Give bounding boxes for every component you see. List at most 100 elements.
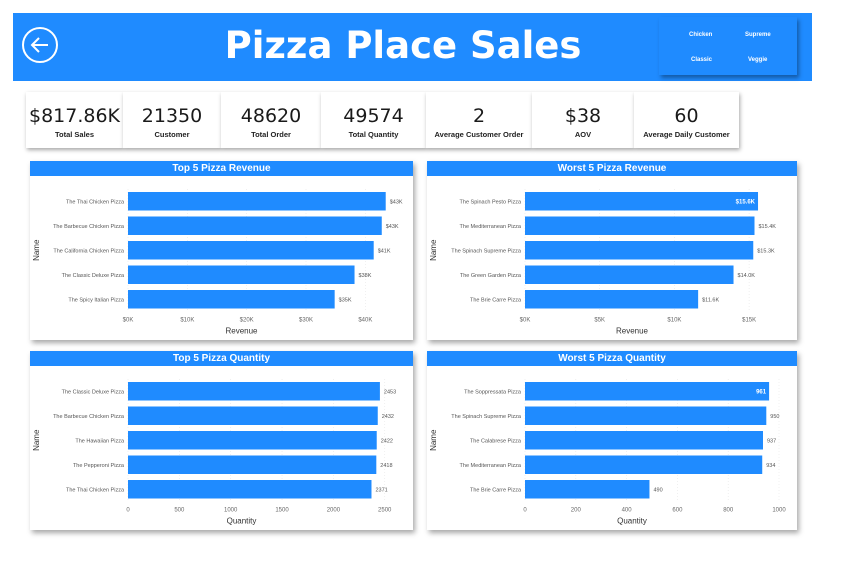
kpi-label: AOV [574, 130, 592, 139]
category-label: The Mediterranean Pizza [460, 224, 522, 230]
kpi-strip: $817.86K Total Sales 21350 Customer 4862… [26, 92, 739, 148]
bar [128, 431, 377, 450]
data-label: $14.0K [738, 273, 756, 279]
data-label: $43K [390, 199, 403, 205]
chart-top5-revenue: Top 5 Pizza Revenue $0K $10K $20K $30K $40K T… [30, 161, 413, 340]
bar [128, 241, 374, 260]
data-label: $15.3K [757, 248, 775, 254]
y-axis-title: Name [429, 429, 438, 451]
slicer-item-classic[interactable]: Classic [691, 57, 712, 63]
category-label: The Brie Carre Pizza [470, 487, 522, 493]
kpi-label: Total Quantity [348, 130, 399, 139]
x-tick-label: $0K [123, 318, 134, 324]
bar [128, 382, 380, 401]
data-label: 934 [766, 463, 775, 469]
category-label: The Hawaiian Pizza [75, 438, 125, 444]
category-label: The Brie Carre Pizza [470, 297, 522, 303]
kpi-card-total-order: 48620 Total Order [221, 92, 321, 148]
x-tick-label: 2500 [378, 508, 392, 514]
data-label: $15.6K [736, 199, 756, 205]
x-tick-label: $30K [299, 318, 313, 324]
y-axis-title: Name [32, 429, 41, 451]
bar [525, 216, 755, 235]
y-axis-title: Name [32, 239, 41, 261]
bar [525, 290, 699, 309]
category-label: The Spinach Pesto Pizza [460, 199, 522, 205]
x-tick-label: 500 [174, 508, 185, 514]
bar [525, 241, 754, 260]
category-label: The Pepperoni Pizza [73, 463, 125, 469]
data-label: $11.6K [702, 297, 719, 303]
kpi-value: 60 [674, 105, 699, 127]
category-label: The Classic Deluxe Pizza [62, 273, 125, 279]
x-tick-label: 200 [571, 508, 582, 514]
bar [525, 406, 767, 425]
data-label: 950 [770, 414, 779, 420]
category-label: The Spinach Supreme Pizza [451, 248, 522, 254]
category-label: The Thai Chicken Pizza [66, 487, 125, 493]
category-label: The Spicy Italian Pizza [68, 297, 125, 303]
x-tick-label: 1500 [275, 508, 289, 514]
x-axis-title: Revenue [225, 327, 258, 336]
kpi-card-aov: $38 AOV [532, 92, 634, 148]
bar-chart: 0 200 400 600 800 1000 The Soppressata Pizza 96… [429, 379, 786, 526]
data-label: $35K [339, 297, 352, 303]
bar-chart: $0K $10K $20K $30K $40K The Thai Chicken Pizz… [32, 189, 403, 336]
x-tick-label: $10K [180, 318, 194, 324]
category-label: The California Chicken Pizza [53, 248, 125, 254]
header-banner: Pizza Place Sales Chicken Supreme Classi… [13, 13, 812, 81]
bar-chart: $0K $5K $10K $15K The Spinach Pesto Pizza $15… [429, 189, 776, 336]
kpi-value: $38 [564, 105, 602, 127]
bar [525, 455, 763, 474]
category-label: The Classic Deluxe Pizza [62, 389, 125, 395]
bar-chart: 0 500 1000 1500 2000 2500 The Classic Deluxe P… [32, 379, 396, 526]
kpi-label: Average Customer Order [434, 130, 524, 139]
kpi-card-average-daily-customer: 60 Average Daily Customer [634, 92, 739, 148]
x-tick-label: 800 [723, 508, 734, 514]
chart-worst5-quantity: Worst 5 Pizza Quantity 0 200 400 600 800 1000… [427, 351, 797, 530]
data-label: 2422 [381, 438, 393, 444]
x-tick-label: 1000 [224, 508, 238, 514]
kpi-card-customer: 21350 Customer [123, 92, 221, 148]
bar [525, 265, 734, 284]
x-tick-label: 0 [126, 508, 130, 514]
data-label: 961 [756, 389, 767, 395]
slicer-item-chicken[interactable]: Chicken [689, 32, 712, 38]
chart-top5-quantity: Top 5 Pizza Quantity 0 500 1000 1500 2000 250… [30, 351, 413, 530]
x-tick-label: $20K [240, 318, 254, 324]
kpi-card-total-quantity: 49574 Total Quantity [321, 92, 426, 148]
category-label: The Spinach Supreme Pizza [451, 414, 522, 420]
x-tick-label: $0K [520, 318, 531, 324]
back-button[interactable] [22, 27, 58, 63]
category-label: The Calabrese Pizza [470, 438, 522, 444]
x-axis-title: Quantity [617, 517, 647, 526]
kpi-label: Customer [154, 130, 190, 139]
chart-title: Worst 5 Pizza Quantity [427, 351, 797, 366]
page-title: Pizza Place Sales [224, 23, 582, 67]
kpi-card-total-sales: $817.86K Total Sales [26, 92, 123, 148]
chart-worst5-revenue: Worst 5 Pizza Revenue $0K $5K $10K $15K The … [427, 161, 797, 340]
slicer-item-veggie[interactable]: Veggie [748, 57, 767, 63]
slicer-item-supreme[interactable]: Supreme [745, 32, 771, 38]
kpi-label: Total Sales [54, 130, 95, 139]
x-tick-label: $15K [742, 318, 756, 324]
kpi-value: $817.86K [28, 105, 121, 127]
data-label: 2432 [382, 414, 394, 420]
data-label: 937 [767, 438, 776, 444]
kpi-label: Average Daily Customer [643, 130, 730, 139]
kpi-value: 49574 [343, 105, 404, 127]
bar [128, 265, 355, 284]
data-label: 2371 [375, 487, 387, 493]
x-tick-label: 600 [672, 508, 683, 514]
kpi-value: 2 [472, 105, 486, 127]
kpi-label: Total Order [251, 130, 291, 139]
chart-title: Worst 5 Pizza Revenue [427, 161, 797, 176]
data-label: $38K [359, 273, 372, 279]
bar [128, 406, 378, 425]
data-label: 490 [653, 487, 662, 493]
category-label: The Green Garden Pizza [460, 273, 522, 279]
bar [128, 480, 372, 499]
bar [128, 290, 335, 309]
arrow-left-icon [30, 37, 48, 53]
chart-title: Top 5 Pizza Quantity [30, 351, 413, 366]
